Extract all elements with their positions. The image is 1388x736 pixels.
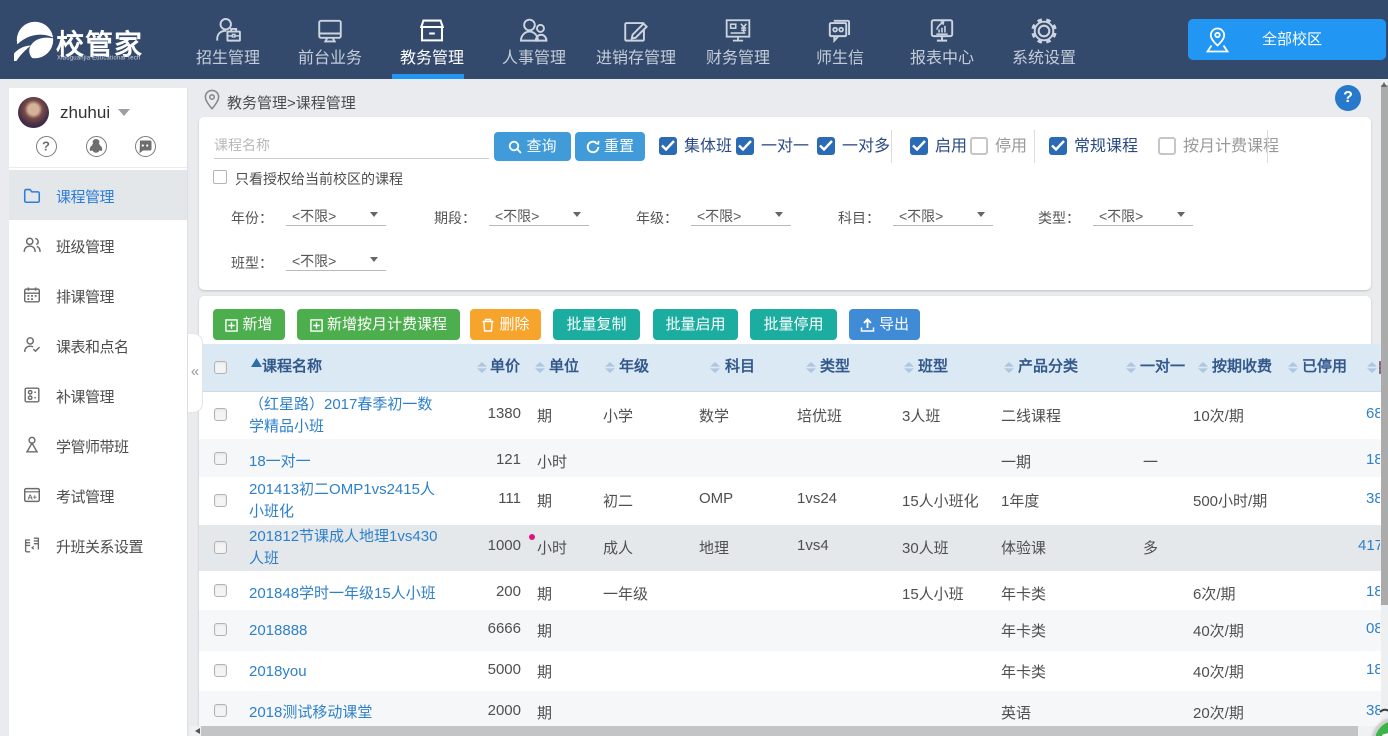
svg-text:?: ? [42, 139, 50, 154]
svg-text:A+: A+ [27, 493, 37, 502]
